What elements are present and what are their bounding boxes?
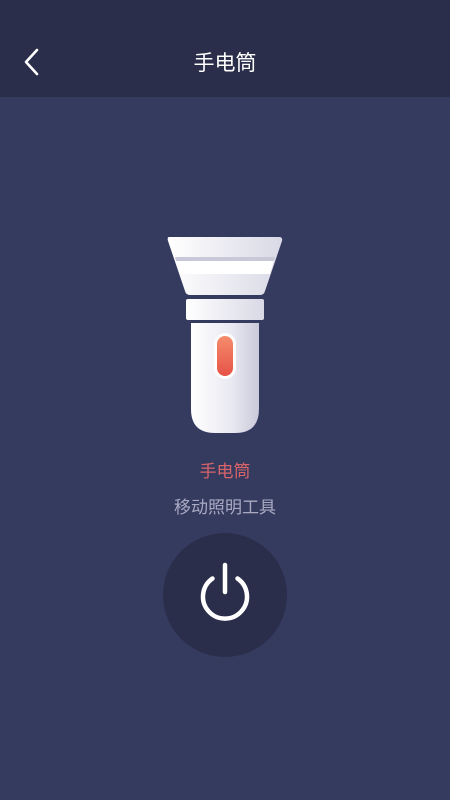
flashlight-icon <box>167 237 283 433</box>
app-name-label: 手电筒 <box>199 462 251 482</box>
page-title: 手电筒 <box>193 51 257 75</box>
flashlight-screen: 手电筒 手电筒 移动照明工具 <box>0 0 450 800</box>
top-bar: 手电筒 <box>0 0 450 97</box>
power-button[interactable] <box>163 533 287 657</box>
power-icon <box>200 562 250 621</box>
app-description: 移动照明工具 <box>174 498 276 518</box>
